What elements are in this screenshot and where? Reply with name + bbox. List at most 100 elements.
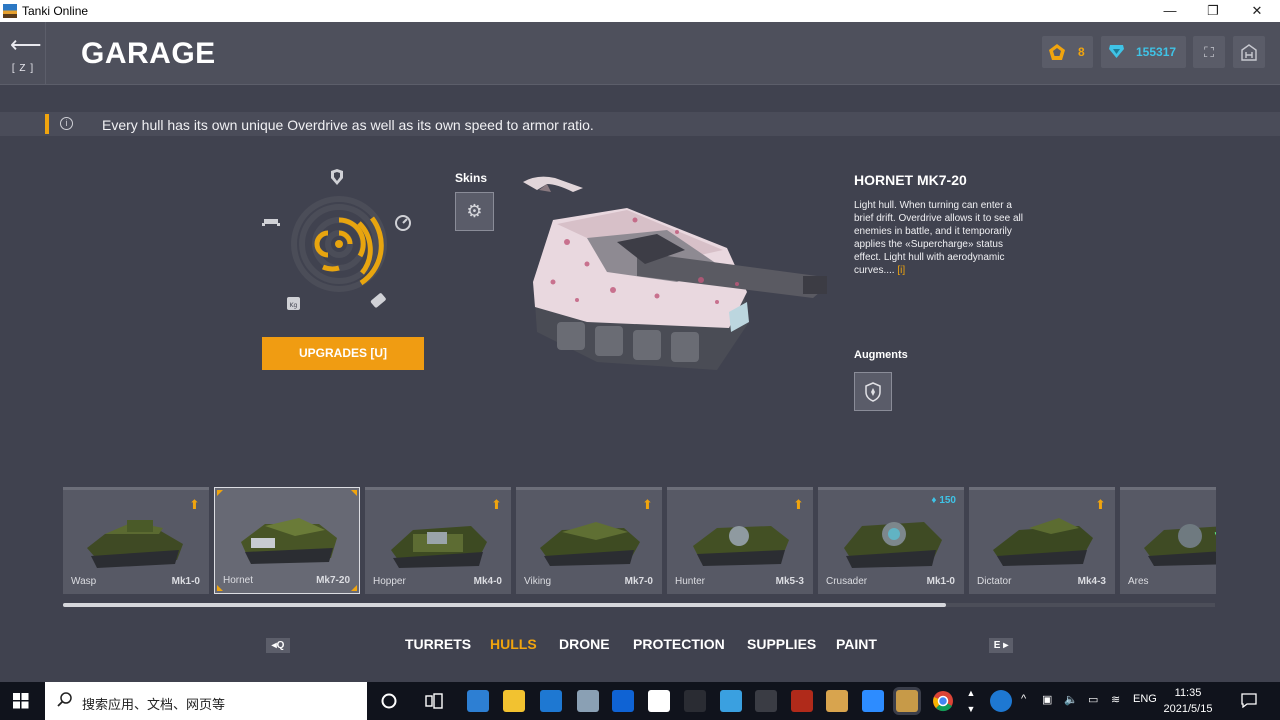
dictator-thumbnail xyxy=(993,518,1093,566)
augments-label: Augments xyxy=(854,349,908,361)
tab-protection[interactable]: PROTECTION xyxy=(633,636,725,652)
tab-drone[interactable]: DRONE xyxy=(559,636,610,652)
fullscreen-icon: ⛶ xyxy=(1204,44,1214,60)
tanki-online-taskbar-icon[interactable] xyxy=(896,690,918,712)
carousel-scroll-thumb[interactable] xyxy=(63,603,946,607)
minimize-button[interactable]: — xyxy=(1159,2,1181,20)
hull-card-hornet[interactable]: Hornet Mk7-20 xyxy=(214,487,360,594)
audio-app-icon[interactable] xyxy=(755,690,777,712)
hull-card-crusader[interactable]: ♦ 150 Crusader Mk1-0 xyxy=(818,487,964,594)
viking-thumbnail xyxy=(540,522,640,566)
hull-card-name: Wasp xyxy=(71,576,97,587)
tab-supplies[interactable]: SUPPLIES xyxy=(747,636,816,652)
taskbar-search-box[interactable]: 搜索应用、文档、网页等 xyxy=(45,682,367,720)
taskbar-scroll-arrows[interactable]: ▲ ▼ xyxy=(965,685,977,717)
hull-card-hopper[interactable]: ⬆ Hopper Mk4-0 xyxy=(365,487,511,594)
selection-corner xyxy=(217,490,223,496)
augment-shield-icon xyxy=(865,382,881,402)
upgrade-arrow-icon: ⬆ xyxy=(189,497,200,512)
stars-counter[interactable]: 8 xyxy=(1042,36,1093,68)
file-explorer-icon[interactable] xyxy=(503,690,525,712)
wifi-icon[interactable]: ≋ xyxy=(1111,693,1120,706)
hull-description-text: Light hull. When turning can enter a bri… xyxy=(854,200,1023,276)
screen: Tanki Online — ❐ ✕ ⟵ [ Z ] GARAGE 8 1553… xyxy=(0,0,1280,720)
hull-card-ares[interactable]: Ares xyxy=(1120,487,1216,594)
hull-card-wasp[interactable]: ⬆ Wasp Mk1-0 xyxy=(63,487,209,594)
battery-icon[interactable]: ▭ xyxy=(1088,693,1098,706)
hull-carousel[interactable]: ⬆ Wasp Mk1-0 Hornet Mk7-20 ⬆ Hopper Mk4-… xyxy=(63,484,1216,599)
ares-thumbnail xyxy=(1144,524,1216,566)
help-icon[interactable] xyxy=(990,690,1012,712)
upgrades-button[interactable]: UPGRADES [U] xyxy=(262,337,424,370)
hull-card-mk: Mk4-3 xyxy=(1077,576,1106,587)
augments-button[interactable] xyxy=(854,372,892,411)
app-icon-photos[interactable] xyxy=(577,690,599,712)
hull-card-name: Hunter xyxy=(675,576,706,587)
clock-time: 11:35 xyxy=(1174,687,1202,699)
more-info-link[interactable]: [i] xyxy=(897,265,905,276)
hull-card-name: Viking xyxy=(524,576,552,587)
hull-card-mk: Mk1-0 xyxy=(926,576,955,587)
tab-hulls[interactable]: HULLS xyxy=(490,636,537,652)
game-app-icon[interactable] xyxy=(791,690,813,712)
hull-card-name: Crusader xyxy=(826,576,868,587)
next-category-key[interactable]: E ▸ xyxy=(989,638,1013,653)
amazon-icon[interactable] xyxy=(648,690,670,712)
upgrade-arrow-icon: ⬆ xyxy=(491,497,502,512)
stars-value: 8 xyxy=(1078,45,1085,59)
tip-bar: i Every hull has its own unique Overdriv… xyxy=(0,112,1280,136)
tab-paint[interactable]: PAINT xyxy=(836,636,877,652)
gold-pentagon-icon xyxy=(1049,44,1065,60)
hull-description: Light hull. When turning can enter a bri… xyxy=(854,199,1024,277)
window-title: Tanki Online xyxy=(22,4,89,18)
hull-card-mk: Mk4-0 xyxy=(473,576,502,587)
tab-turrets[interactable]: TURRETS xyxy=(405,636,471,652)
chrome-icon[interactable] xyxy=(932,690,954,712)
home-button[interactable] xyxy=(1233,36,1265,68)
windows-start-icon[interactable] xyxy=(13,693,29,709)
gear-icon: ⚙ xyxy=(466,201,483,221)
upgrade-arrow-icon: ⬆ xyxy=(1095,497,1106,512)
back-button[interactable]: ⟵ [ Z ] xyxy=(0,22,46,85)
hull-name: HORNET MK7-20 xyxy=(854,172,967,188)
app-icon-blue[interactable] xyxy=(720,690,742,712)
window-titlebar: Tanki Online — ❐ ✕ xyxy=(0,0,1280,22)
zoom-icon[interactable] xyxy=(862,690,884,712)
paint-app-icon[interactable] xyxy=(826,690,848,712)
taskbar-search-placeholder: 搜索应用、文档、网页等 xyxy=(82,697,226,712)
hull-card-viking[interactable]: ⬆ Viking Mk7-0 xyxy=(516,487,662,594)
info-icon: i xyxy=(60,117,73,130)
home-icon xyxy=(1241,44,1257,61)
hull-card-dictator[interactable]: ⬆ Dictator Mk4-3 xyxy=(969,487,1115,594)
crystals-value: 155317 xyxy=(1136,45,1177,59)
maximize-button[interactable]: ❐ xyxy=(1202,2,1224,20)
task-view-icon[interactable] xyxy=(425,693,443,709)
taskbar-clock[interactable]: 11:35 2021/5/15 xyxy=(1152,685,1224,717)
clock-date: 2021/5/15 xyxy=(1163,703,1213,715)
fullscreen-button[interactable]: ⛶ xyxy=(1193,36,1225,68)
dropbox-icon[interactable] xyxy=(612,690,634,712)
lightning-app-icon[interactable] xyxy=(684,690,706,712)
hull-preview-image xyxy=(523,176,827,370)
skins-button[interactable]: ⚙ xyxy=(455,192,494,231)
tray-device-icon[interactable]: ▣ xyxy=(1042,693,1052,706)
notification-icon[interactable] xyxy=(1241,693,1257,708)
back-hotkey: [ Z ] xyxy=(11,63,35,74)
turn-drift-icon xyxy=(370,293,386,308)
tray-expand-icon[interactable]: ^ xyxy=(1021,693,1026,705)
hull-card-name: Hopper xyxy=(373,576,406,587)
crystal-icon xyxy=(1109,45,1124,58)
garage-header: ⟵ [ Z ] GARAGE 8 155317 ⛶ xyxy=(0,22,1280,85)
close-button[interactable]: ✕ xyxy=(1246,2,1268,20)
mail-icon[interactable] xyxy=(540,690,562,712)
store-icon[interactable] xyxy=(467,690,489,712)
crystals-counter[interactable]: 155317 xyxy=(1101,36,1186,68)
cortana-icon[interactable] xyxy=(381,693,397,709)
back-arrow-icon: ⟵ xyxy=(10,32,42,57)
hull-card-hunter[interactable]: ⬆ Hunter Mk5-3 xyxy=(667,487,813,594)
selection-corner xyxy=(351,490,357,496)
upgrade-arrow-icon: ⬆ xyxy=(642,497,653,512)
prev-category-key[interactable]: ◂Q xyxy=(266,638,290,653)
volume-mute-icon[interactable]: 🔈 xyxy=(1064,693,1078,706)
wasp-thumbnail xyxy=(87,520,183,568)
